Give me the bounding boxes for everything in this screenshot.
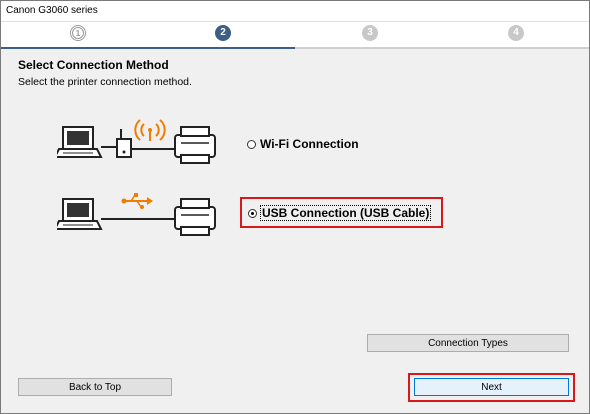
printer-icon <box>174 126 216 164</box>
step-progress-remaining <box>295 47 589 49</box>
usb-connection-label[interactable]: USB Connection (USB Cable) <box>259 205 432 221</box>
step-4-indicator: 4 <box>508 25 524 41</box>
laptop-icon <box>57 198 103 230</box>
printer-icon <box>174 198 216 236</box>
wifi-signal-icon <box>134 119 166 141</box>
page-title: Select Connection Method <box>18 58 169 72</box>
usb-connection-illustration <box>57 193 216 236</box>
step-progress: 1 2 3 4 <box>1 22 589 49</box>
step-1-check-icon: 1 <box>72 27 84 39</box>
back-to-top-button[interactable]: Back to Top <box>18 378 172 396</box>
step-3-indicator: 3 <box>362 25 378 41</box>
step-2-indicator: 2 <box>215 25 231 41</box>
usb-connection-radio[interactable] <box>248 208 257 218</box>
usb-connection-option[interactable]: USB Connection (USB Cable) <box>248 205 432 221</box>
page-subtitle: Select the printer connection method. <box>18 76 192 88</box>
step-progress-complete <box>1 47 295 49</box>
installer-window: Canon G3060 series 1 2 3 4 Select Connec… <box>0 0 590 414</box>
usb-icon <box>121 193 153 209</box>
title-bar: Canon G3060 series <box>1 1 589 22</box>
wifi-connection-option[interactable]: Wi-Fi Connection <box>247 137 359 151</box>
svg-text:1: 1 <box>76 29 81 38</box>
wifi-connection-radio[interactable] <box>247 139 256 149</box>
connection-types-button[interactable]: Connection Types <box>367 334 569 352</box>
step-1-indicator: 1 <box>70 25 86 41</box>
wifi-connection-illustration <box>57 119 216 164</box>
laptop-icon <box>57 126 103 158</box>
window-title: Canon G3060 series <box>6 5 98 16</box>
router-icon <box>116 129 132 158</box>
next-button[interactable]: Next <box>414 378 569 396</box>
wifi-connection-label[interactable]: Wi-Fi Connection <box>260 137 359 151</box>
